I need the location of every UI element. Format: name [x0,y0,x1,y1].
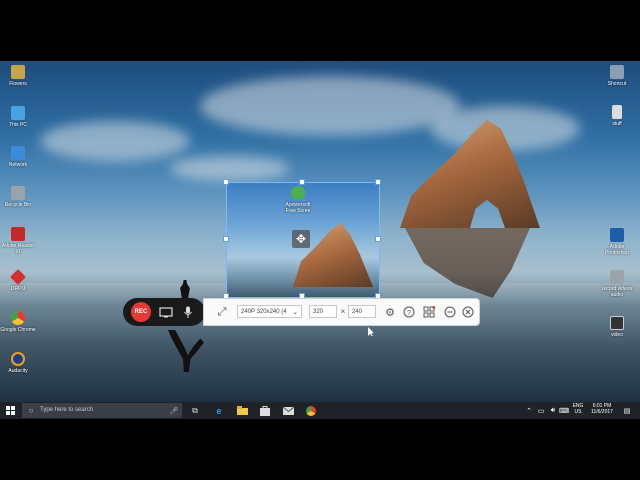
volume-icon[interactable]: 🔊︎ [548,403,558,418]
chrome-icon [11,311,25,325]
desktop-icon-flowers[interactable]: Flowers [0,65,36,87]
height-field[interactable]: 240 [348,305,376,318]
rec-button[interactable]: REC [131,302,151,322]
notification-icon[interactable]: ▤ [621,403,633,418]
apowersoft-icon [291,186,305,200]
screen-icon[interactable] [157,304,175,320]
network-tray-icon[interactable]: ▭ [536,403,546,418]
letterbox-top [0,0,640,61]
chrome-icon[interactable] [304,403,318,418]
photoshop-icon [610,228,624,242]
task-view-icon[interactable]: ⧉ [188,403,202,418]
resize-handle-tr[interactable] [375,179,381,185]
headphones-icon [11,352,25,366]
language-indicator[interactable]: ENG US [571,403,585,415]
minimize-icon[interactable] [442,304,458,320]
network-icon [11,146,25,160]
desktop-icon-adobe-reader[interactable]: Adobe Reader XI [0,227,36,255]
file-icon [612,105,622,119]
desktop-icon-chrome[interactable]: Google Chrome [0,311,36,333]
desktop-icon-record-videos[interactable]: record videos audio [599,270,635,298]
letterbox-bottom [0,419,640,480]
desktop-icon-apowersoft[interactable]: Apowersoft Free Scree [280,186,316,214]
gear-icon[interactable]: ⚙ [382,304,398,320]
microphone-icon[interactable]: 🎤︎ [168,403,180,418]
pc-icon [11,106,25,120]
search-icon: ○ [28,406,34,415]
mail-icon[interactable] [281,403,295,418]
pdf-icon [11,227,25,241]
move-handle[interactable]: ✥ [292,230,310,248]
width-field[interactable]: 320 [309,305,337,318]
video-icon [610,316,624,330]
drpu-icon [10,269,26,285]
desktop-icon-audacity[interactable]: Audacity [0,352,36,374]
chevron-up-icon[interactable]: ⌃ [524,403,534,418]
taskbar-search-input[interactable]: Type here to search [22,403,182,418]
desktop-icon-network[interactable]: Network [0,146,36,168]
close-icon[interactable] [460,304,476,320]
resize-handle-tl[interactable] [223,179,229,185]
resize-handle-mr[interactable] [375,236,381,242]
desktop-icon-shortcut[interactable]: Shortcut [599,65,635,87]
start-button[interactable] [3,403,17,418]
desktop-icon-video[interactable]: video [599,316,635,338]
shortcut-icon [610,65,624,79]
folder-icon [11,65,25,79]
resize-handle-tm[interactable] [299,179,305,185]
desktop-icon-this-pc[interactable]: This PC [0,106,36,128]
fullscreen-icon[interactable]: ⤢ [214,304,230,320]
edge-icon[interactable]: e [212,403,226,418]
clock[interactable]: 6:01 PM 11/6/2017 [588,403,616,415]
resize-handle-ml[interactable] [223,236,229,242]
chevron-down-icon: ⌄ [292,308,298,316]
svg-text:?: ? [407,310,411,317]
recycle-bin-icon [11,186,25,200]
times-label: × [340,307,346,316]
desktop-icon-recycle-bin[interactable]: Recycle Bin [0,186,36,208]
desktop-icon-photoshop[interactable]: Adobe Photoshop [599,228,635,256]
apps-grid-icon[interactable] [421,304,437,320]
microphone-icon[interactable] [180,304,196,320]
keyboard-icon[interactable]: ⌨ [559,403,569,418]
help-icon[interactable]: ? [401,304,417,320]
recorder-icon [610,270,624,284]
store-icon[interactable] [258,403,272,418]
file-explorer-icon[interactable] [235,403,249,418]
desktop-icon-drpu[interactable]: DRPU [0,269,36,292]
desktop-icon-stuff[interactable]: stuff [599,105,635,127]
